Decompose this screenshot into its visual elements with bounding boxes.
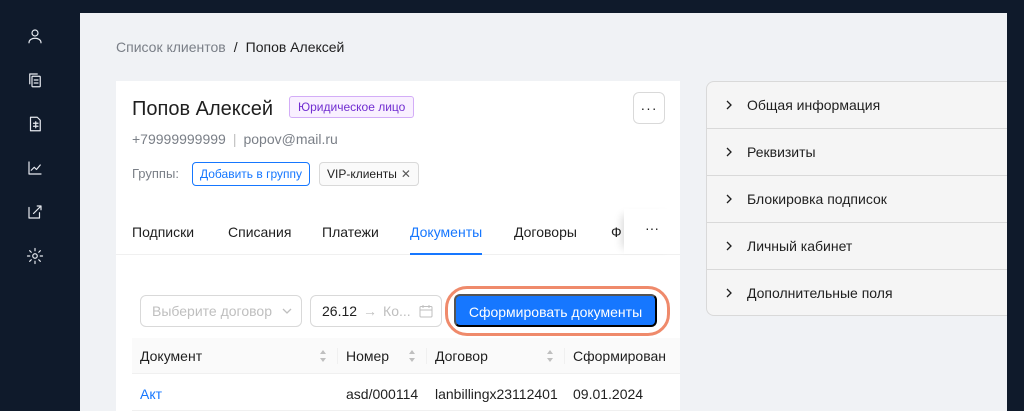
column-document[interactable]: Документ	[140, 348, 202, 364]
contract-select[interactable]: Выберите договор	[140, 295, 302, 327]
group-tag: VIP-клиенты ✕	[319, 162, 419, 186]
accordion-general-info[interactable]: Общая информация	[707, 82, 1007, 129]
chevron-right-icon	[726, 288, 732, 298]
breadcrumb-parent-link[interactable]: Список клиентов	[116, 39, 226, 55]
contact-divider: |	[232, 131, 237, 147]
document-created: 09.01.2024	[573, 386, 644, 402]
window-edge	[1007, 0, 1024, 411]
chevron-right-icon	[726, 100, 732, 110]
user-icon[interactable]	[24, 25, 46, 47]
client-name: Попов Алексей	[132, 98, 274, 120]
more-actions-button[interactable]: ···	[633, 92, 665, 124]
sidebar	[0, 0, 80, 411]
tab-charges[interactable]: Списания	[228, 224, 291, 240]
edit-icon[interactable]	[24, 201, 46, 223]
groups-label: Группы:	[132, 166, 179, 181]
client-type-badge: Юридическое лицо	[289, 96, 415, 118]
client-contacts: +79999999999 | popov@mail.ru	[132, 131, 338, 147]
tab-contracts[interactable]: Договоры	[514, 224, 577, 240]
sort-icon[interactable]	[408, 349, 416, 363]
breadcrumb-separator: /	[233, 39, 238, 55]
tabs-more-button[interactable]: ···	[624, 209, 680, 254]
column-created[interactable]: Сформирован	[573, 348, 666, 364]
breadcrumb: Список клиентов / Попов Алексей	[116, 39, 344, 55]
group-tag-label: VIP-клиенты	[327, 167, 397, 181]
date-end[interactable]: Ко...	[383, 303, 411, 319]
active-tab-indicator	[410, 253, 482, 255]
column-separator	[337, 348, 338, 364]
column-separator	[564, 348, 565, 364]
document-link[interactable]: Акт	[140, 386, 162, 402]
tab-subscriptions[interactable]: Подписки	[132, 224, 194, 240]
tab-payments[interactable]: Платежи	[322, 224, 379, 240]
calendar-icon	[419, 305, 433, 318]
accordion-label: Реквизиты	[747, 144, 816, 160]
column-number[interactable]: Номер	[346, 348, 389, 364]
accordion-label: Блокировка подписок	[747, 191, 887, 207]
client-info-accordion: Общая информация Реквизиты Блокировка по…	[706, 81, 1007, 316]
documents-table-header: Документ Номер Договор Сформирован	[132, 338, 680, 374]
document-icon[interactable]	[24, 113, 46, 135]
sort-icon[interactable]	[319, 349, 327, 363]
column-contract[interactable]: Договор	[435, 348, 488, 364]
chart-icon[interactable]	[24, 157, 46, 179]
breadcrumb-current: Попов Алексей	[245, 39, 345, 55]
accordion-label: Дополнительные поля	[747, 285, 893, 301]
close-icon[interactable]: ✕	[401, 167, 411, 181]
accordion-label: Общая информация	[747, 97, 881, 113]
sort-icon[interactable]	[546, 349, 554, 363]
chevron-down-icon	[282, 308, 292, 314]
accordion-label: Личный кабинет	[747, 238, 853, 254]
top-bar	[0, 0, 1024, 13]
client-tabs: Подписки Списания Платежи Документы Дого…	[116, 209, 680, 255]
arrow-right-icon: →	[363, 303, 378, 319]
add-to-group-button[interactable]: Добавить в группу	[192, 162, 310, 186]
client-email: popov@mail.ru	[243, 131, 338, 147]
chevron-right-icon	[726, 194, 732, 204]
gear-icon[interactable]	[24, 245, 46, 267]
tab-truncated[interactable]: Ф	[611, 224, 622, 240]
document-contract: lanbillingx23112401	[435, 386, 558, 402]
accordion-subscription-block[interactable]: Блокировка подписок	[707, 176, 1007, 223]
date-range-picker[interactable]: 26.12 → Ко...	[310, 295, 442, 327]
copy-icon[interactable]	[24, 69, 46, 91]
accordion-requisites[interactable]: Реквизиты	[707, 129, 1007, 176]
client-card: Попов Алексей Юридическое лицо ··· +7999…	[116, 81, 680, 411]
chevron-right-icon	[726, 147, 732, 157]
contract-select-placeholder: Выберите договор	[152, 303, 272, 319]
accordion-additional-fields[interactable]: Дополнительные поля	[707, 270, 1007, 315]
tab-documents[interactable]: Документы	[410, 224, 482, 240]
chevron-right-icon	[726, 241, 732, 251]
column-separator	[426, 348, 427, 364]
accordion-personal-account[interactable]: Личный кабинет	[707, 223, 1007, 270]
generate-documents-button[interactable]: Сформировать документы	[454, 294, 657, 327]
document-number: asd/000114	[346, 386, 419, 402]
client-phone: +79999999999	[132, 131, 226, 147]
table-row: Акт asd/000114 lanbillingx23112401 09.01…	[132, 374, 680, 411]
date-start[interactable]: 26.12	[322, 303, 357, 319]
